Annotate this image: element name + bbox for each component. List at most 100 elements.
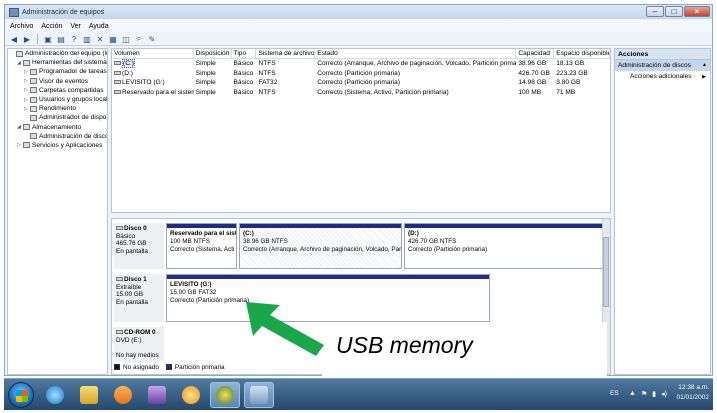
maximize-button[interactable]: □	[665, 6, 683, 17]
col-volumen[interactable]: Volumen	[112, 49, 194, 58]
disk-0-label[interactable]: Disco 0 Básico 465.76 GB En pantalla	[114, 223, 164, 269]
volume-list-header: Volumen Disposición Tipo Sistema de arch…	[112, 49, 610, 59]
search-icon[interactable]: ⌕	[134, 34, 144, 44]
delete-icon[interactable]: ✕	[95, 34, 105, 44]
tree-item[interactable]: ▷ Rendimiento	[8, 104, 107, 113]
volume-icon	[114, 70, 121, 75]
tree-item[interactable]: ▷ Visor de eventos	[8, 77, 107, 86]
clock[interactable]: 12:38 a.m. 01/01/2002	[676, 383, 709, 402]
help-icon[interactable]: ?	[69, 34, 79, 44]
tree-node-icon	[30, 78, 37, 85]
col-estado[interactable]: Estado	[315, 49, 517, 58]
menu-ayuda[interactable]: Ayuda	[89, 23, 109, 30]
scrollbar-thumb[interactable]	[603, 237, 609, 307]
cdrom-0-label[interactable]: CD-ROM 0 DVD (E:) No hay medios	[114, 327, 164, 361]
tree-node-icon	[30, 87, 37, 94]
tree-item[interactable]: Administrador de dispo	[8, 113, 107, 122]
clock-time: 12:38 a.m.	[678, 384, 709, 391]
table-cell: Correcto (Arranque, Archivo de paginació…	[317, 60, 517, 67]
start-button[interactable]	[8, 382, 34, 408]
actions-section-disk-management[interactable]: Administración de discos	[615, 60, 710, 71]
properties-icon[interactable]: ▤	[56, 34, 66, 44]
partition-c[interactable]: (C:) 38.96 GB NTFS Correcto (Arranque, A…	[239, 223, 402, 269]
table-row[interactable]: Reservado para el sistema Simple Básico NTF…	[112, 88, 610, 98]
disk-icon[interactable]: ◫	[121, 34, 131, 44]
legend-unallocated: No asignado	[123, 363, 159, 371]
list-icon[interactable]: ▥	[82, 34, 92, 44]
tree-item-label: Administración de disco	[39, 132, 108, 140]
col-espacio-disponible[interactable]: Espacio disponible	[554, 49, 610, 58]
tree-item-label: Programador de tareas	[39, 68, 107, 76]
col-capacidad[interactable]: Capacidad	[516, 49, 555, 58]
actions-pane: Acciones Administración de discos Accion…	[614, 48, 711, 375]
up-folder-icon[interactable]: ▣	[43, 34, 53, 44]
taskbar-app-6[interactable]	[210, 382, 240, 408]
table-cell: Simple	[195, 60, 216, 67]
partition-d[interactable]: (D:) 426.70 GB NTFS Correcto (Partición …	[404, 223, 603, 269]
tree-item-label: Rendimiento	[39, 105, 77, 113]
app-icon	[9, 7, 19, 17]
menu-ver[interactable]: Ver	[70, 23, 81, 30]
volume-name: (D:)	[122, 69, 133, 77]
table-cell: Simple	[195, 79, 216, 86]
forward-icon[interactable]: ▶	[22, 34, 32, 44]
show-hidden-icons-icon[interactable]: ▲	[629, 390, 636, 398]
taskbar-app-5[interactable]	[176, 382, 206, 408]
folder-icon	[80, 386, 98, 404]
taskbar-media[interactable]	[108, 382, 138, 408]
col-tipo[interactable]: Tipo	[232, 49, 257, 58]
tree-item[interactable]: ▷ Servicios y Aplicaciones	[8, 141, 107, 150]
table-row[interactable]: (D:) Simple Básico NTFS Correcto (Partición …	[112, 69, 610, 79]
flag-icon[interactable]: ⚑	[641, 390, 647, 398]
network-icon[interactable]: ▮	[652, 390, 656, 398]
tree-item[interactable]: Administración del equipo (loc	[8, 49, 107, 58]
legend-primary: Partición primaria	[174, 363, 225, 371]
tree-node-icon	[30, 133, 37, 140]
table-row[interactable]: LEVISITO (G:) Simple Básico FAT32 Correcto (…	[112, 78, 610, 88]
toolbar-separator	[37, 34, 38, 44]
table-cell: Simple	[195, 88, 216, 96]
volume-name: (C:)	[122, 59, 135, 68]
legend: No asignado Partición primaria	[114, 362, 225, 372]
volume-icon[interactable]: ◂)	[661, 390, 667, 398]
close-button[interactable]: ×	[684, 6, 710, 17]
window-controls: – □ ×	[646, 6, 710, 17]
actions-more-actions[interactable]: Acciones adicionales	[615, 71, 710, 83]
language-indicator[interactable]: ES	[610, 390, 619, 397]
tree-item[interactable]: ▷ Carpetas compartidas	[8, 86, 107, 95]
disk-1-label[interactable]: Disco 1 Extraíble 15.00 GB En pantalla	[114, 274, 164, 322]
tree-item[interactable]: ◢ Almacenamiento	[8, 123, 107, 132]
tree-item[interactable]: ▷ Programador de tareas	[8, 67, 107, 76]
minimize-button[interactable]: –	[646, 6, 664, 17]
table-cell: 223.23 GB	[556, 69, 588, 77]
table-cell: 71 MB	[556, 88, 576, 96]
open-icon[interactable]: ▦	[108, 34, 118, 44]
tree-item-label: Almacenamiento	[32, 123, 82, 131]
table-cell: NTFS	[258, 88, 276, 96]
wizard-icon[interactable]: ✎	[147, 34, 157, 44]
clock-date: 01/01/2002	[676, 394, 709, 401]
actions-header: Acciones	[615, 49, 710, 60]
tree-item[interactable]: ◢ Herramientas del sistema	[8, 58, 107, 67]
menu-accion[interactable]: Acción	[41, 23, 62, 30]
back-icon[interactable]: ◀	[9, 34, 19, 44]
table-cell: NTFS	[258, 69, 276, 77]
title-bar[interactable]: Administración de equipos – □ ×	[5, 5, 712, 19]
col-disposicion[interactable]: Disposición	[194, 49, 232, 58]
tree-item[interactable]: ▷ Usuarios y grupos locale	[8, 95, 107, 104]
menu-archivo[interactable]: Archivo	[10, 23, 33, 30]
taskbar-computer-management[interactable]	[244, 382, 274, 408]
tree-node-icon	[16, 50, 23, 57]
table-row[interactable]: (C:) Simple Básico NTFS Correcto (Arranque, …	[112, 59, 610, 69]
volume-list: Volumen Disposición Tipo Sistema de arch…	[111, 48, 611, 213]
cdrom-icon	[116, 330, 123, 335]
taskbar-explorer[interactable]	[74, 382, 104, 408]
tree-node-icon	[30, 105, 37, 112]
partition-reserved[interactable]: Reservado para el sist 100 MB NTFS Corre…	[166, 223, 237, 269]
annotation-arrow	[246, 302, 324, 356]
taskbar-ie[interactable]	[40, 382, 70, 408]
col-sistema-archivos[interactable]: Sistema de archivos	[256, 49, 316, 58]
table-cell: Simple	[195, 69, 216, 77]
tree-item[interactable]: Administración de disco	[8, 132, 107, 141]
taskbar-app-4[interactable]	[142, 382, 172, 408]
